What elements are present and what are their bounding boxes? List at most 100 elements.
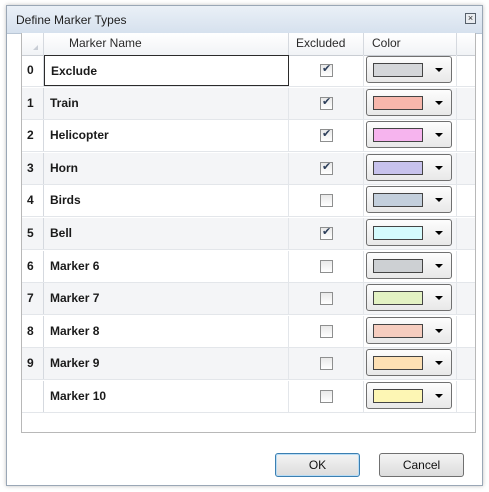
excluded-checkbox[interactable] — [320, 292, 333, 306]
color-dropdown[interactable] — [366, 349, 452, 377]
marker-name-cell[interactable]: Exclude — [44, 55, 289, 86]
table-row[interactable]: 1 Train ✔ — [22, 87, 475, 120]
color-dropdown[interactable] — [366, 88, 452, 116]
excluded-checkbox[interactable] — [320, 194, 333, 208]
table-row[interactable]: 5 Bell ✔ — [22, 218, 475, 250]
color-swatch — [373, 95, 423, 110]
grid-header: Marker Name Excluded Color — [22, 33, 475, 56]
marker-name-cell[interactable]: Marker 10 — [44, 381, 289, 412]
excluded-cell: ✔ — [289, 152, 364, 184]
excluded-checkbox[interactable] — [320, 259, 333, 273]
checkmark-icon: ✔ — [322, 95, 332, 108]
color-dropdown[interactable] — [366, 382, 452, 409]
table-row[interactable]: 6 Marker 6 — [22, 250, 475, 283]
row-index[interactable]: 0 — [22, 55, 44, 86]
color-swatch — [373, 193, 423, 208]
excluded-checkbox[interactable] — [320, 357, 333, 371]
color-cell — [364, 250, 457, 282]
color-swatch — [373, 323, 423, 338]
row-index[interactable]: 1 — [22, 87, 44, 119]
close-icon[interactable]: × — [465, 13, 476, 24]
row-index[interactable] — [22, 381, 44, 412]
marker-name-cell[interactable]: Marker 8 — [44, 315, 289, 347]
marker-name-cell[interactable]: Horn — [44, 152, 289, 184]
marker-name-cell[interactable]: Marker 6 — [44, 250, 289, 282]
cancel-button[interactable]: Cancel — [379, 453, 464, 477]
chevron-down-icon — [435, 198, 443, 203]
color-dropdown[interactable] — [366, 251, 452, 279]
marker-name-cell[interactable]: Helicopter — [44, 120, 289, 152]
excluded-checkbox[interactable]: ✔ — [320, 128, 333, 143]
checkmark-icon: ✔ — [322, 128, 332, 141]
excluded-cell: ✔ — [289, 87, 364, 119]
color-dropdown[interactable] — [366, 153, 452, 181]
table-row[interactable]: 9 Marker 9 — [22, 348, 475, 381]
color-cell — [364, 315, 457, 347]
checkmark-icon: ✔ — [322, 160, 332, 173]
color-dropdown[interactable] — [366, 186, 452, 214]
marker-name-cell[interactable]: Birds — [44, 185, 289, 217]
table-row[interactable]: Marker 10 — [22, 381, 475, 413]
chevron-down-icon — [435, 263, 443, 268]
color-swatch — [373, 389, 423, 403]
checkmark-icon: ✔ — [322, 63, 332, 75]
color-cell — [364, 55, 457, 86]
color-cell — [364, 348, 457, 380]
checkmark-icon: ✔ — [322, 226, 332, 238]
color-swatch — [373, 128, 423, 143]
color-swatch — [373, 291, 423, 306]
chevron-down-icon — [435, 328, 443, 333]
row-index[interactable]: 7 — [22, 283, 44, 315]
table-row[interactable]: 8 Marker 8 — [22, 315, 475, 348]
chevron-down-icon — [435, 361, 443, 366]
excluded-cell — [289, 348, 364, 380]
dialog-title: Define Marker Types — [16, 13, 127, 27]
ok-button[interactable]: OK — [275, 453, 360, 477]
excluded-cell — [289, 381, 364, 412]
color-swatch — [373, 258, 423, 273]
excluded-checkbox[interactable]: ✔ — [320, 63, 333, 77]
color-dropdown[interactable] — [366, 121, 452, 149]
column-header-marker-name[interactable]: Marker Name — [44, 33, 289, 55]
color-swatch — [373, 160, 423, 175]
row-index[interactable]: 3 — [22, 152, 44, 184]
row-index[interactable]: 4 — [22, 185, 44, 217]
table-row[interactable]: 0 Exclude ✔ — [22, 55, 475, 87]
marker-name-cell[interactable]: Train — [44, 87, 289, 119]
row-index[interactable]: 9 — [22, 348, 44, 380]
excluded-checkbox[interactable]: ✔ — [320, 226, 333, 240]
column-header-color[interactable]: Color — [364, 33, 457, 55]
color-dropdown[interactable] — [366, 219, 452, 246]
row-index[interactable]: 5 — [22, 218, 44, 249]
define-marker-types-dialog: Define Marker Types × Marker Name Exclud… — [6, 5, 483, 486]
excluded-cell: ✔ — [289, 55, 364, 86]
excluded-checkbox[interactable] — [320, 390, 333, 403]
chevron-down-icon — [435, 133, 443, 138]
excluded-checkbox[interactable]: ✔ — [320, 95, 333, 110]
chevron-down-icon — [435, 394, 443, 398]
marker-name-cell[interactable]: Bell — [44, 218, 289, 249]
table-row[interactable]: 4 Birds — [22, 185, 475, 218]
table-row[interactable]: 3 Horn ✔ — [22, 152, 475, 185]
excluded-cell: ✔ — [289, 218, 364, 249]
marker-name-cell[interactable]: Marker 7 — [44, 283, 289, 315]
excluded-checkbox[interactable]: ✔ — [320, 160, 333, 175]
row-index[interactable]: 6 — [22, 250, 44, 282]
color-dropdown[interactable] — [366, 316, 452, 344]
color-swatch — [373, 226, 423, 240]
row-index[interactable]: 2 — [22, 120, 44, 152]
color-dropdown[interactable] — [366, 56, 452, 83]
color-cell — [364, 120, 457, 152]
chevron-down-icon — [435, 68, 443, 72]
color-dropdown[interactable] — [366, 284, 452, 312]
excluded-cell — [289, 185, 364, 217]
marker-name-cell[interactable]: Marker 9 — [44, 348, 289, 380]
color-cell — [364, 185, 457, 217]
table-row[interactable]: 2 Helicopter ✔ — [22, 120, 475, 153]
row-index[interactable]: 8 — [22, 315, 44, 347]
grid-corner[interactable] — [22, 33, 44, 55]
chevron-down-icon — [435, 296, 443, 301]
table-row[interactable]: 7 Marker 7 — [22, 283, 475, 316]
excluded-checkbox[interactable] — [320, 324, 333, 338]
column-header-excluded[interactable]: Excluded — [289, 33, 364, 55]
